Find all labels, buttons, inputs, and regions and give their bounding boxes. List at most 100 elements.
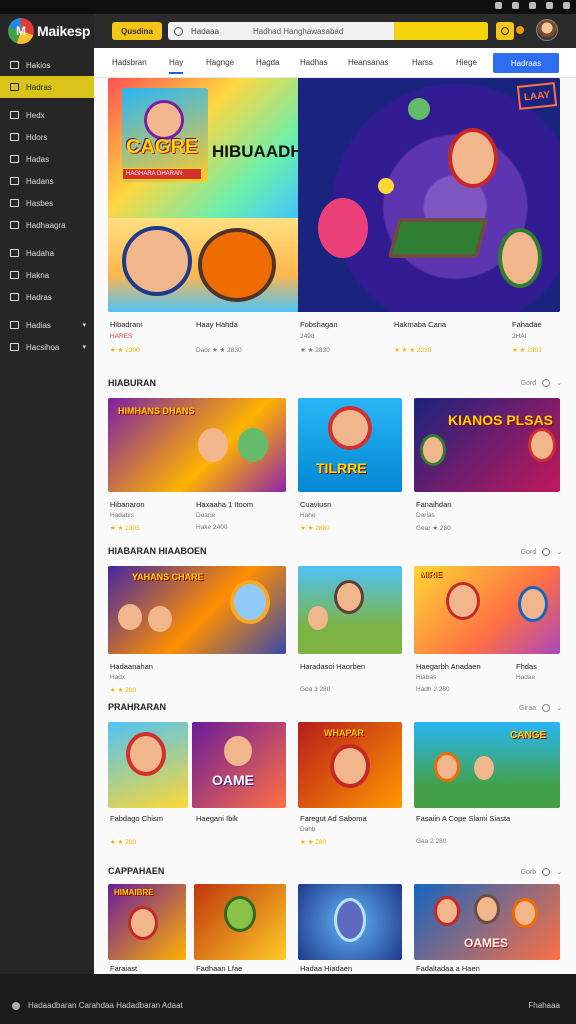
chevron-down-icon[interactable]: ⌄ [556, 868, 562, 876]
notification-dot [516, 26, 524, 34]
section-see-all[interactable]: Gorb [521, 869, 537, 876]
game-title[interactable]: Fadhaan Lfae [196, 964, 242, 973]
tab[interactable]: Hagda [256, 58, 280, 67]
game-tile[interactable]: HIMHANS DHANS [108, 398, 286, 492]
game-title[interactable]: Hakmaba Caria [394, 320, 446, 329]
hero-banner[interactable]: CAGRE HIBUAADH HAGHARA DHARAN LAAY [108, 78, 560, 312]
primary-cta-button[interactable]: Hadraas [493, 53, 559, 73]
chevron-down-icon[interactable]: ⌄ [556, 548, 562, 556]
section-title: PRAHRARAN [108, 702, 166, 712]
game-title[interactable]: Fanaihdan [416, 500, 451, 509]
section-title: HIABARAN HIAABOEN [108, 546, 207, 556]
sidebar-item[interactable]: Hadras [0, 286, 94, 308]
game-tile[interactable]: WHAPAR [298, 722, 402, 808]
game-meta: 2498 [300, 333, 315, 340]
home-icon [10, 61, 19, 69]
brand-button[interactable]: Qusdina [112, 22, 162, 40]
section-see-all[interactable]: Giraa [519, 705, 536, 712]
section-see-all[interactable]: Gord [521, 380, 537, 387]
sidebar-item[interactable]: Hakna [0, 264, 94, 286]
sidebar-item[interactable]: Hadaha [0, 242, 94, 264]
game-tile[interactable]: TILRRE [298, 398, 402, 492]
game-tile[interactable]: CANGE [414, 722, 560, 808]
game-tile[interactable]: MIRIE [414, 566, 560, 654]
clock-icon[interactable] [542, 868, 551, 876]
game-title[interactable]: Fasaiin A Cope Slami Siasta [416, 814, 510, 823]
sidebar-item[interactable]: Hakios [0, 54, 94, 76]
game-rating: ★ ★ 280 [110, 839, 137, 846]
game-title[interactable]: Faregut Ad Saboma [300, 814, 367, 823]
game-title[interactable]: Fhdas [516, 662, 537, 671]
sidebar-item[interactable]: Hdors [0, 126, 94, 148]
search-input[interactable]: Hadhad Hanghawasabad [253, 27, 343, 36]
sidebar-item-expandable[interactable]: Hadias ▾ [0, 314, 94, 336]
notification-button[interactable] [496, 22, 514, 40]
game-title[interactable]: Faraiast [110, 964, 137, 973]
clock-icon[interactable] [542, 704, 551, 712]
folder-icon [10, 83, 19, 91]
brand-name: Maikesp [37, 23, 91, 39]
clock-icon[interactable] [542, 548, 551, 556]
game-title[interactable]: Fabdago Chism [110, 814, 163, 823]
tab-selected[interactable]: Hay [169, 58, 184, 74]
footer-links[interactable]: Hadaadbaran Carahdaa Hadadbaran Adaat [28, 1001, 183, 1010]
game-tile[interactable]: YAHANS CHARE [108, 566, 286, 654]
chevron-down-icon[interactable]: ⌄ [556, 379, 562, 387]
grid-icon [10, 221, 19, 229]
document-icon [10, 177, 19, 185]
app-logo[interactable]: M Maikesp [8, 18, 90, 44]
status-icon [563, 2, 570, 9]
tab[interactable]: Harss [412, 58, 433, 67]
chevron-down-icon[interactable]: ⌄ [556, 704, 562, 712]
game-title[interactable]: Haegarbh Anadaen [416, 662, 481, 671]
game-title[interactable]: Hibadrani [110, 320, 142, 329]
tab[interactable]: Hadsbran [112, 58, 147, 67]
hero-title-b: HIBUAADH [212, 142, 303, 161]
sidebar-item-expandable[interactable]: Hacsihoa ▾ [0, 336, 94, 358]
search-button[interactable] [394, 22, 488, 40]
game-title[interactable]: Haegani Ibik [196, 814, 238, 823]
game-title[interactable]: Hadaa Hiadaen [300, 964, 352, 973]
sidebar-item[interactable]: Hadans [0, 170, 94, 192]
sidebar-item[interactable]: Hasbes [0, 192, 94, 214]
status-icon [546, 2, 553, 9]
game-title[interactable]: Haradasoi Haorben [300, 662, 365, 671]
game-rating: Gear ★ 280 [416, 525, 451, 532]
status-icon [512, 2, 519, 9]
game-meta: Hiabas [416, 674, 437, 681]
sidebar-item[interactable]: Hadas [0, 148, 94, 170]
sidebar-item[interactable]: Hadhaagra [0, 214, 94, 236]
clock-icon[interactable] [542, 379, 551, 387]
bell-icon [501, 27, 509, 35]
game-title[interactable]: Fahadae [512, 320, 542, 329]
game-tile[interactable]: HIMAIBRE [108, 884, 186, 960]
game-title[interactable]: Fadaltadaa a Haen [416, 964, 480, 973]
footer-right-link[interactable]: Fhahaaa [528, 1001, 560, 1010]
chart-icon [10, 199, 19, 207]
game-title[interactable]: Haxaaha 1 Itoom [196, 500, 253, 509]
sidebar-item[interactable]: Hedx [0, 104, 94, 126]
game-tile[interactable] [298, 566, 402, 654]
avatar[interactable] [536, 19, 558, 41]
tab-bar: Hadsbran Hay Hagnge Hagda Hadhas Heansan… [94, 48, 576, 78]
sidebar-item-active[interactable]: Hadras [0, 76, 94, 98]
game-tile[interactable]: OAMES [414, 884, 560, 960]
tab[interactable]: Hadhas [300, 58, 328, 67]
game-title[interactable]: Haay Hahda [196, 320, 238, 329]
game-tile[interactable]: OAME [192, 722, 286, 808]
game-tile[interactable]: KIANOS PLSAS [414, 398, 560, 492]
game-title[interactable]: Fobshagan [300, 320, 338, 329]
sidebar-nav: Hakios Hadras Hedx Hdors Hadas Hadans Ha… [0, 54, 94, 358]
tab[interactable]: Hagnge [206, 58, 234, 67]
tab[interactable]: Hiege [456, 58, 477, 67]
section-see-all[interactable]: Gord [521, 549, 537, 556]
game-title[interactable]: Hibanaron [110, 500, 145, 509]
tab[interactable]: Heansanas [348, 58, 388, 67]
game-title[interactable]: Cuaviusn [300, 500, 331, 509]
game-title[interactable]: Hadaanahan [110, 662, 153, 671]
game-tile[interactable] [298, 884, 402, 960]
search-bar[interactable]: Hadaaa Hadhad Hanghawasabad [168, 22, 488, 40]
game-tile[interactable] [194, 884, 286, 960]
game-tile[interactable] [108, 722, 188, 808]
game-meta: Hadx [110, 674, 126, 681]
